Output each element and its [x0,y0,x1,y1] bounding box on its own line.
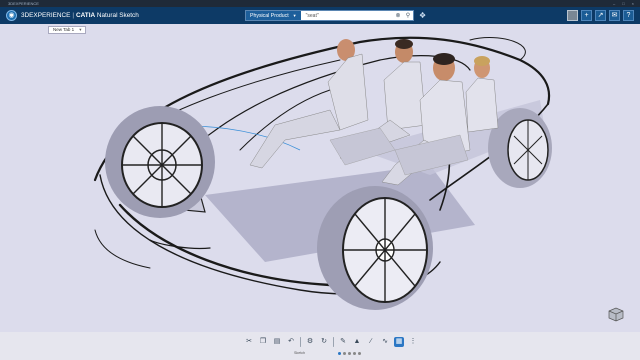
cut-icon[interactable]: ✂ [244,337,254,347]
page-dot[interactable] [358,352,361,355]
toolbar-divider [300,337,301,347]
close-icon[interactable]: × [632,0,634,7]
front-left-wheel [105,106,215,218]
active-tool-icon[interactable]: ▦ [394,337,404,347]
tab-bar: New Tab 1 ▾ [0,24,640,36]
brand-prefix: 3DEXPERIENCE [21,12,71,19]
brand-separator: | [72,12,75,19]
window-titlebar: 3DEXPERIENCE – □ × [0,0,640,7]
front-right-wheel [317,186,433,310]
tag-icon[interactable]: ❖ [419,11,426,20]
undo-icon[interactable]: ↶ [286,337,296,347]
help-icon[interactable]: ? [623,10,634,21]
more-icon[interactable]: ⋮ [408,337,418,347]
search-scope-label: Physical Product [250,12,289,19]
search-icon[interactable]: ⚲ [403,12,413,19]
maximize-icon[interactable]: □ [622,0,624,7]
rear-right-wheel [488,108,552,188]
curve-icon[interactable]: ∿ [380,337,390,347]
copy-icon[interactable]: ❐ [258,337,268,347]
app-module: Natural Sketch [96,12,139,19]
section-pager [338,352,361,355]
fill-icon[interactable]: ▲ [352,337,362,347]
app-name: CATIA [76,12,96,19]
tab-label: New Tab 1 [53,27,75,32]
settings-icon[interactable]: ⚙ [305,337,315,347]
search-input[interactable]: "seat" [301,13,393,19]
clear-search-icon[interactable]: ⊗ [393,12,403,19]
compass-icon[interactable]: ◉ [6,10,17,21]
page-dot[interactable] [343,352,346,355]
search-bar[interactable]: Physical Product ▼ "seat" ⊗ ⚲ [245,10,414,21]
communicate-icon[interactable]: ✉ [609,10,620,21]
chevron-down-icon[interactable]: ▾ [79,27,81,32]
search-scope-dropdown[interactable]: Physical Product ▼ [246,11,301,20]
tab-new-tab-1[interactable]: New Tab 1 ▾ [48,26,87,34]
page-dot[interactable] [338,352,341,355]
3d-viewport[interactable] [0,36,640,332]
action-bar-section[interactable]: Sketch [294,351,305,355]
top-right-controls: + ↗ ✉ ? [567,10,634,21]
chevron-down-icon: ▼ [292,13,297,18]
toolbar-divider [333,337,334,347]
window-title: 3DEXPERIENCE [8,1,39,6]
app-brand: 3DEXPERIENCE | CATIA Natural Sketch [21,10,139,21]
top-bar: ◉ 3DEXPERIENCE | CATIA Natural Sketch Phys… [0,7,640,24]
minimize-icon[interactable]: – [613,0,615,7]
paste-icon[interactable]: ▤ [272,337,282,347]
action-bar-tools: ✂ ❐ ▤ ↶ ⚙ ↻ ✎ ▲ ∕ ∿ ▦ ⋮ [244,335,418,349]
page-dot[interactable] [348,352,351,355]
window-controls: – □ × [613,0,634,7]
rear-right-mannequin [465,56,499,133]
compass-cube-icon[interactable] [606,306,626,322]
add-icon[interactable]: + [581,10,592,21]
avatar[interactable] [567,10,578,21]
action-bar: ✂ ❐ ▤ ↶ ⚙ ↻ ✎ ▲ ∕ ∿ ▦ ⋮ Sketch [0,332,640,360]
page-dot[interactable] [353,352,356,355]
line-icon[interactable]: ∕ [366,337,376,347]
share-icon[interactable]: ↗ [595,10,606,21]
sketch-icon[interactable]: ✎ [338,337,348,347]
update-icon[interactable]: ↻ [319,337,329,347]
